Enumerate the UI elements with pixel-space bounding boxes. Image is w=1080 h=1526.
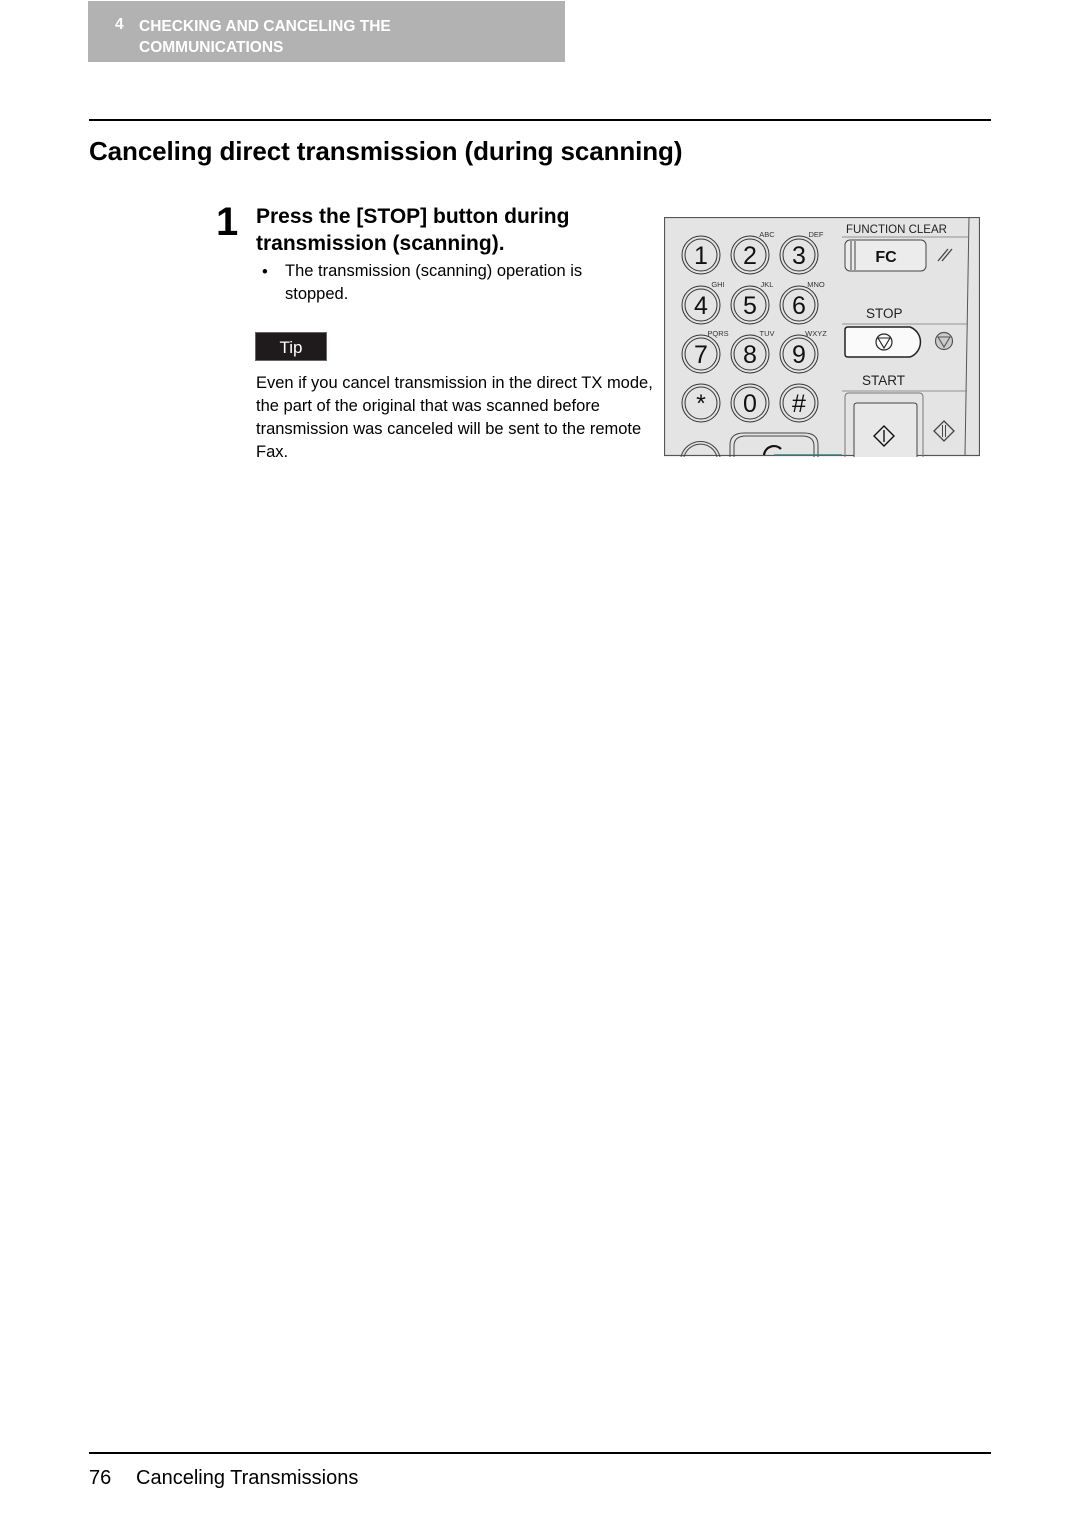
keypad-key-digit: 8 <box>743 341 757 369</box>
keypad-key-letters: GHI <box>711 280 724 289</box>
fc-button-label: FC <box>875 249 897 266</box>
step-title: Press the [STOP] button during transmiss… <box>256 205 570 255</box>
footer-divider <box>89 1452 991 1454</box>
keypad-key-letters: ABC <box>759 230 775 239</box>
footer-title: Canceling Transmissions <box>136 1467 359 1489</box>
start-button <box>844 392 924 457</box>
keypad-key-digit: * <box>696 390 706 418</box>
keypad-key-digit: 0 <box>743 390 757 418</box>
page-number: 76 <box>89 1467 112 1489</box>
tip-badge: Tip <box>255 332 327 361</box>
bullet-icon: • <box>262 263 268 281</box>
keypad-key-digit: 6 <box>792 292 806 320</box>
step-bullet: The transmission (scanning) operation is… <box>285 262 583 303</box>
chapter-number: 4 <box>115 16 124 33</box>
keypad-key-letters: DEF <box>809 230 824 239</box>
section-title: Canceling direct transmission (during sc… <box>89 136 683 166</box>
chapter-title: CHECKING AND CANCELING THE COMMUNICATION… <box>139 18 391 56</box>
step-number: 1 <box>216 200 239 244</box>
keypad-key-letters: WXYZ <box>805 329 827 338</box>
function-clear-label: FUNCTION CLEAR <box>846 224 947 236</box>
keypad-key-letters: TUV <box>760 329 775 338</box>
keypad-key-digit: # <box>792 390 806 418</box>
keypad-key-digit: 2 <box>743 242 757 270</box>
chapter-header-tab: 4 CHECKING AND CANCELING THE COMMUNICATI… <box>88 1 565 62</box>
keypad-key-letters: MNO <box>807 280 825 289</box>
keypad-key-digit: 5 <box>743 292 757 320</box>
tip-text: Even if you cancel transmission in the d… <box>256 374 653 461</box>
keypad-key-letters: JKL <box>761 280 774 289</box>
keypad-key-digit: 3 <box>792 242 806 270</box>
stop-label: STOP <box>866 306 903 321</box>
keypad-key-letters: PQRS <box>707 329 728 338</box>
keypad-key-digit: 1 <box>694 242 708 270</box>
keypad-key-digit: 9 <box>792 341 806 369</box>
fc-button: FC <box>844 239 927 272</box>
top-divider <box>89 119 991 121</box>
stop-button <box>844 326 922 358</box>
control-panel-illustration: 1 2 ABC 3 DEF 4 GHI 5 JKL 6 MNO 7 PQRS 8 TUV 9 WXYZ * 0 # F… <box>663 216 981 458</box>
keypad-key-digit: 7 <box>694 341 708 369</box>
start-label: START <box>862 373 905 388</box>
keypad-key-digit: 4 <box>694 292 708 320</box>
stop-indicator-icon <box>934 331 954 351</box>
